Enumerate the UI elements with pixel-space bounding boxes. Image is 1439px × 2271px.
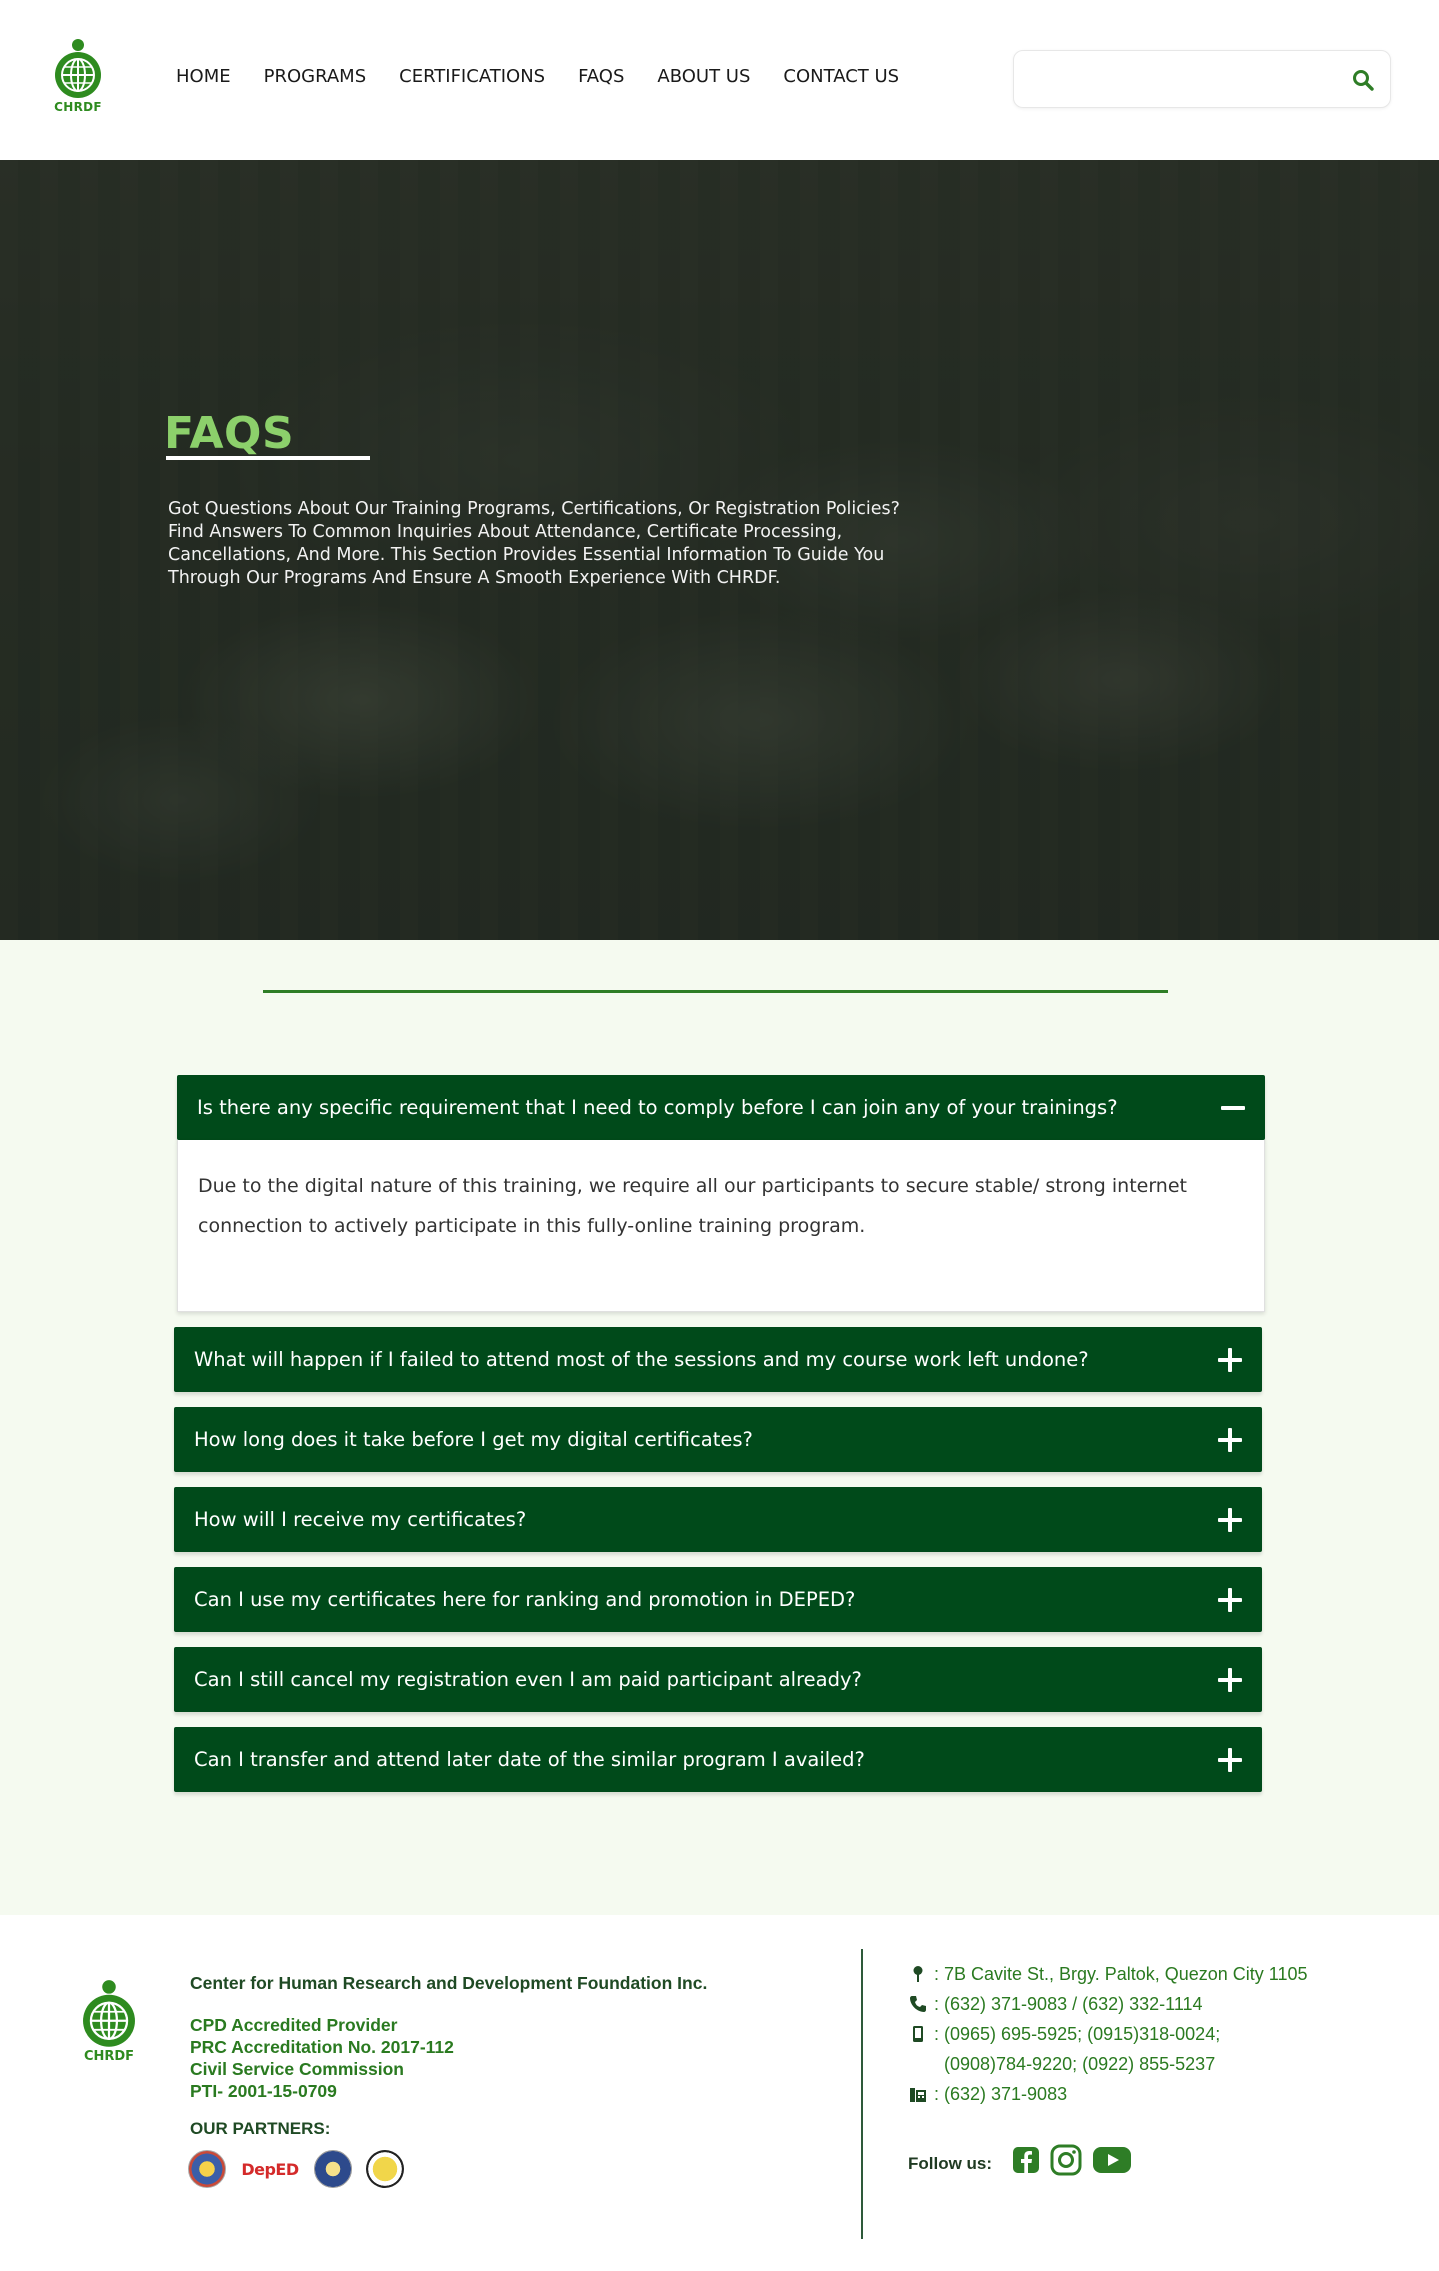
faq-item-7: Can I transfer and attend later date of …: [174, 1727, 1262, 1792]
facebook-icon[interactable]: [1012, 2146, 1040, 2179]
faq-question-text: How long does it take before I get my di…: [194, 1428, 753, 1451]
faq-question-6[interactable]: Can I still cancel my registration even …: [174, 1647, 1262, 1712]
title-underline: [166, 456, 370, 460]
mobile-numbers: : (0965) 695-5925; (0915)318-0024; (0908…: [934, 2019, 1220, 2079]
youtube-icon[interactable]: [1092, 2146, 1132, 2179]
plus-icon[interactable]: [1218, 1747, 1242, 1772]
credential-line: PRC Accreditation No. 2017-112: [190, 2037, 454, 2057]
contact-phone: : (632) 371-9083 / (632) 332-1114: [908, 1989, 1203, 2019]
plus-icon[interactable]: [1218, 1427, 1242, 1452]
faq-section: Is there any specific requirement that I…: [0, 940, 1439, 1915]
faq-question-5[interactable]: Can I use my certificates here for ranki…: [174, 1567, 1262, 1632]
phone-icon: [908, 1989, 928, 2019]
location-pin-icon: [908, 1959, 928, 1989]
social-links: [1012, 2144, 1142, 2181]
faq-question-text: Can I transfer and attend later date of …: [194, 1748, 865, 1771]
fax-icon: [908, 2079, 928, 2109]
nav-certifications[interactable]: CERTIFICATIONS: [399, 66, 545, 87]
globe-logo-icon: [83, 1980, 135, 2047]
nav-faqs[interactable]: FAQS: [578, 66, 624, 87]
faq-question-3[interactable]: How long does it take before I get my di…: [174, 1407, 1262, 1472]
plus-icon[interactable]: [1218, 1347, 1242, 1372]
search-box: [1013, 50, 1391, 108]
credentials: CPD Accredited Provider PRC Accreditatio…: [190, 2014, 454, 2102]
faq-question-1[interactable]: Is there any specific requirement that I…: [177, 1075, 1265, 1140]
globe-logo-icon: [55, 39, 101, 98]
plus-icon[interactable]: [1218, 1507, 1242, 1532]
nav-about-us[interactable]: ABOUT US: [657, 66, 750, 87]
phone-text: : (632) 371-9083 / (632) 332-1114: [934, 1994, 1203, 2014]
faq-question-text: Is there any specific requirement that I…: [197, 1096, 1118, 1119]
contact-address: : 7B Cavite St., Brgy. Paltok, Quezon Ci…: [908, 1959, 1308, 1989]
partner-csc-logo: [314, 2150, 352, 2188]
credential-line: PTI- 2001-15-0709: [190, 2081, 337, 2101]
mobile-line-2: (0908)784-9220; (0922) 855-5237: [944, 2054, 1216, 2074]
faq-item-4: How will I receive my certificates?: [174, 1487, 1262, 1552]
fax-text: : (632) 371-9083: [934, 2084, 1068, 2104]
partner-prc-logo: [366, 2150, 404, 2188]
search-icon[interactable]: [1352, 69, 1374, 91]
partner-deped-logo: DepED: [241, 2159, 299, 2179]
hero-banner: FAQS Got Questions About Our Training Pr…: [0, 160, 1439, 940]
faq-item-1: Is there any specific requirement that I…: [177, 1075, 1265, 1312]
mobile-line-1: : (0965) 695-5925; (0915)318-0024;: [934, 2024, 1221, 2044]
logo-text: CHRDF: [54, 100, 102, 114]
credential-line: CPD Accredited Provider: [190, 2015, 398, 2035]
follow-us-label: Follow us:: [908, 2154, 993, 2173]
faq-question-text: Can I still cancel my registration even …: [194, 1668, 862, 1691]
faq-question-7[interactable]: Can I transfer and attend later date of …: [174, 1727, 1262, 1792]
organization-name: Center for Human Research and Developmen…: [190, 1973, 708, 1993]
page-title: FAQS: [164, 408, 295, 459]
partner-logos: DepED: [188, 2150, 418, 2188]
hero-description: Got Questions About Our Training Program…: [168, 499, 900, 588]
nav-home[interactable]: HOME: [176, 66, 231, 87]
faq-question-text: What will happen if I failed to attend m…: [194, 1348, 1089, 1371]
address-text: : 7B Cavite St., Brgy. Paltok, Quezon Ci…: [934, 1964, 1308, 1984]
plus-icon[interactable]: [1218, 1667, 1242, 1692]
instagram-icon[interactable]: [1050, 2144, 1082, 2181]
faq-question-text: How will I receive my certificates?: [194, 1508, 527, 1531]
partner-seal-logo: [188, 2150, 226, 2188]
credential-line: Civil Service Commission: [190, 2059, 404, 2079]
partners-label: OUR PARTNERS:: [190, 2119, 331, 2138]
faq-item-3: How long does it take before I get my di…: [174, 1407, 1262, 1472]
faq-answer-panel: Due to the digital nature of this traini…: [177, 1140, 1265, 1312]
minus-icon[interactable]: [1221, 1096, 1245, 1120]
faq-question-text: Can I use my certificates here for ranki…: [194, 1588, 856, 1611]
faq-item-6: Can I still cancel my registration even …: [174, 1647, 1262, 1712]
main-nav: HOME PROGRAMS CERTIFICATIONS FAQS ABOUT …: [176, 66, 899, 87]
nav-programs[interactable]: PROGRAMS: [264, 66, 367, 87]
footer-divider: [861, 1949, 863, 2239]
faq-question-4[interactable]: How will I receive my certificates?: [174, 1487, 1262, 1552]
search-input[interactable]: [1028, 61, 1328, 97]
contact-fax: : (632) 371-9083: [908, 2079, 1067, 2109]
plus-icon[interactable]: [1218, 1587, 1242, 1612]
nav-contact-us[interactable]: CONTACT US: [783, 66, 899, 87]
contact-mobile: : (0965) 695-5925; (0915)318-0024; (0908…: [908, 2019, 1220, 2079]
footer-logo[interactable]: CHRDF: [76, 1979, 142, 2064]
section-divider: [263, 990, 1168, 993]
faq-item-5: Can I use my certificates here for ranki…: [174, 1567, 1262, 1632]
footer-logo-text: CHRDF: [83, 2049, 135, 2064]
site-footer: CHRDF Center for Human Research and Deve…: [0, 1915, 1439, 2271]
site-logo[interactable]: CHRDF: [48, 38, 108, 118]
faq-question-2[interactable]: What will happen if I failed to attend m…: [174, 1327, 1262, 1392]
faq-answer-text: Due to the digital nature of this traini…: [198, 1175, 1187, 1237]
site-header: CHRDF HOME PROGRAMS CERTIFICATIONS FAQS …: [0, 0, 1439, 160]
mobile-icon: [908, 2019, 928, 2049]
faq-item-2: What will happen if I failed to attend m…: [174, 1327, 1262, 1392]
